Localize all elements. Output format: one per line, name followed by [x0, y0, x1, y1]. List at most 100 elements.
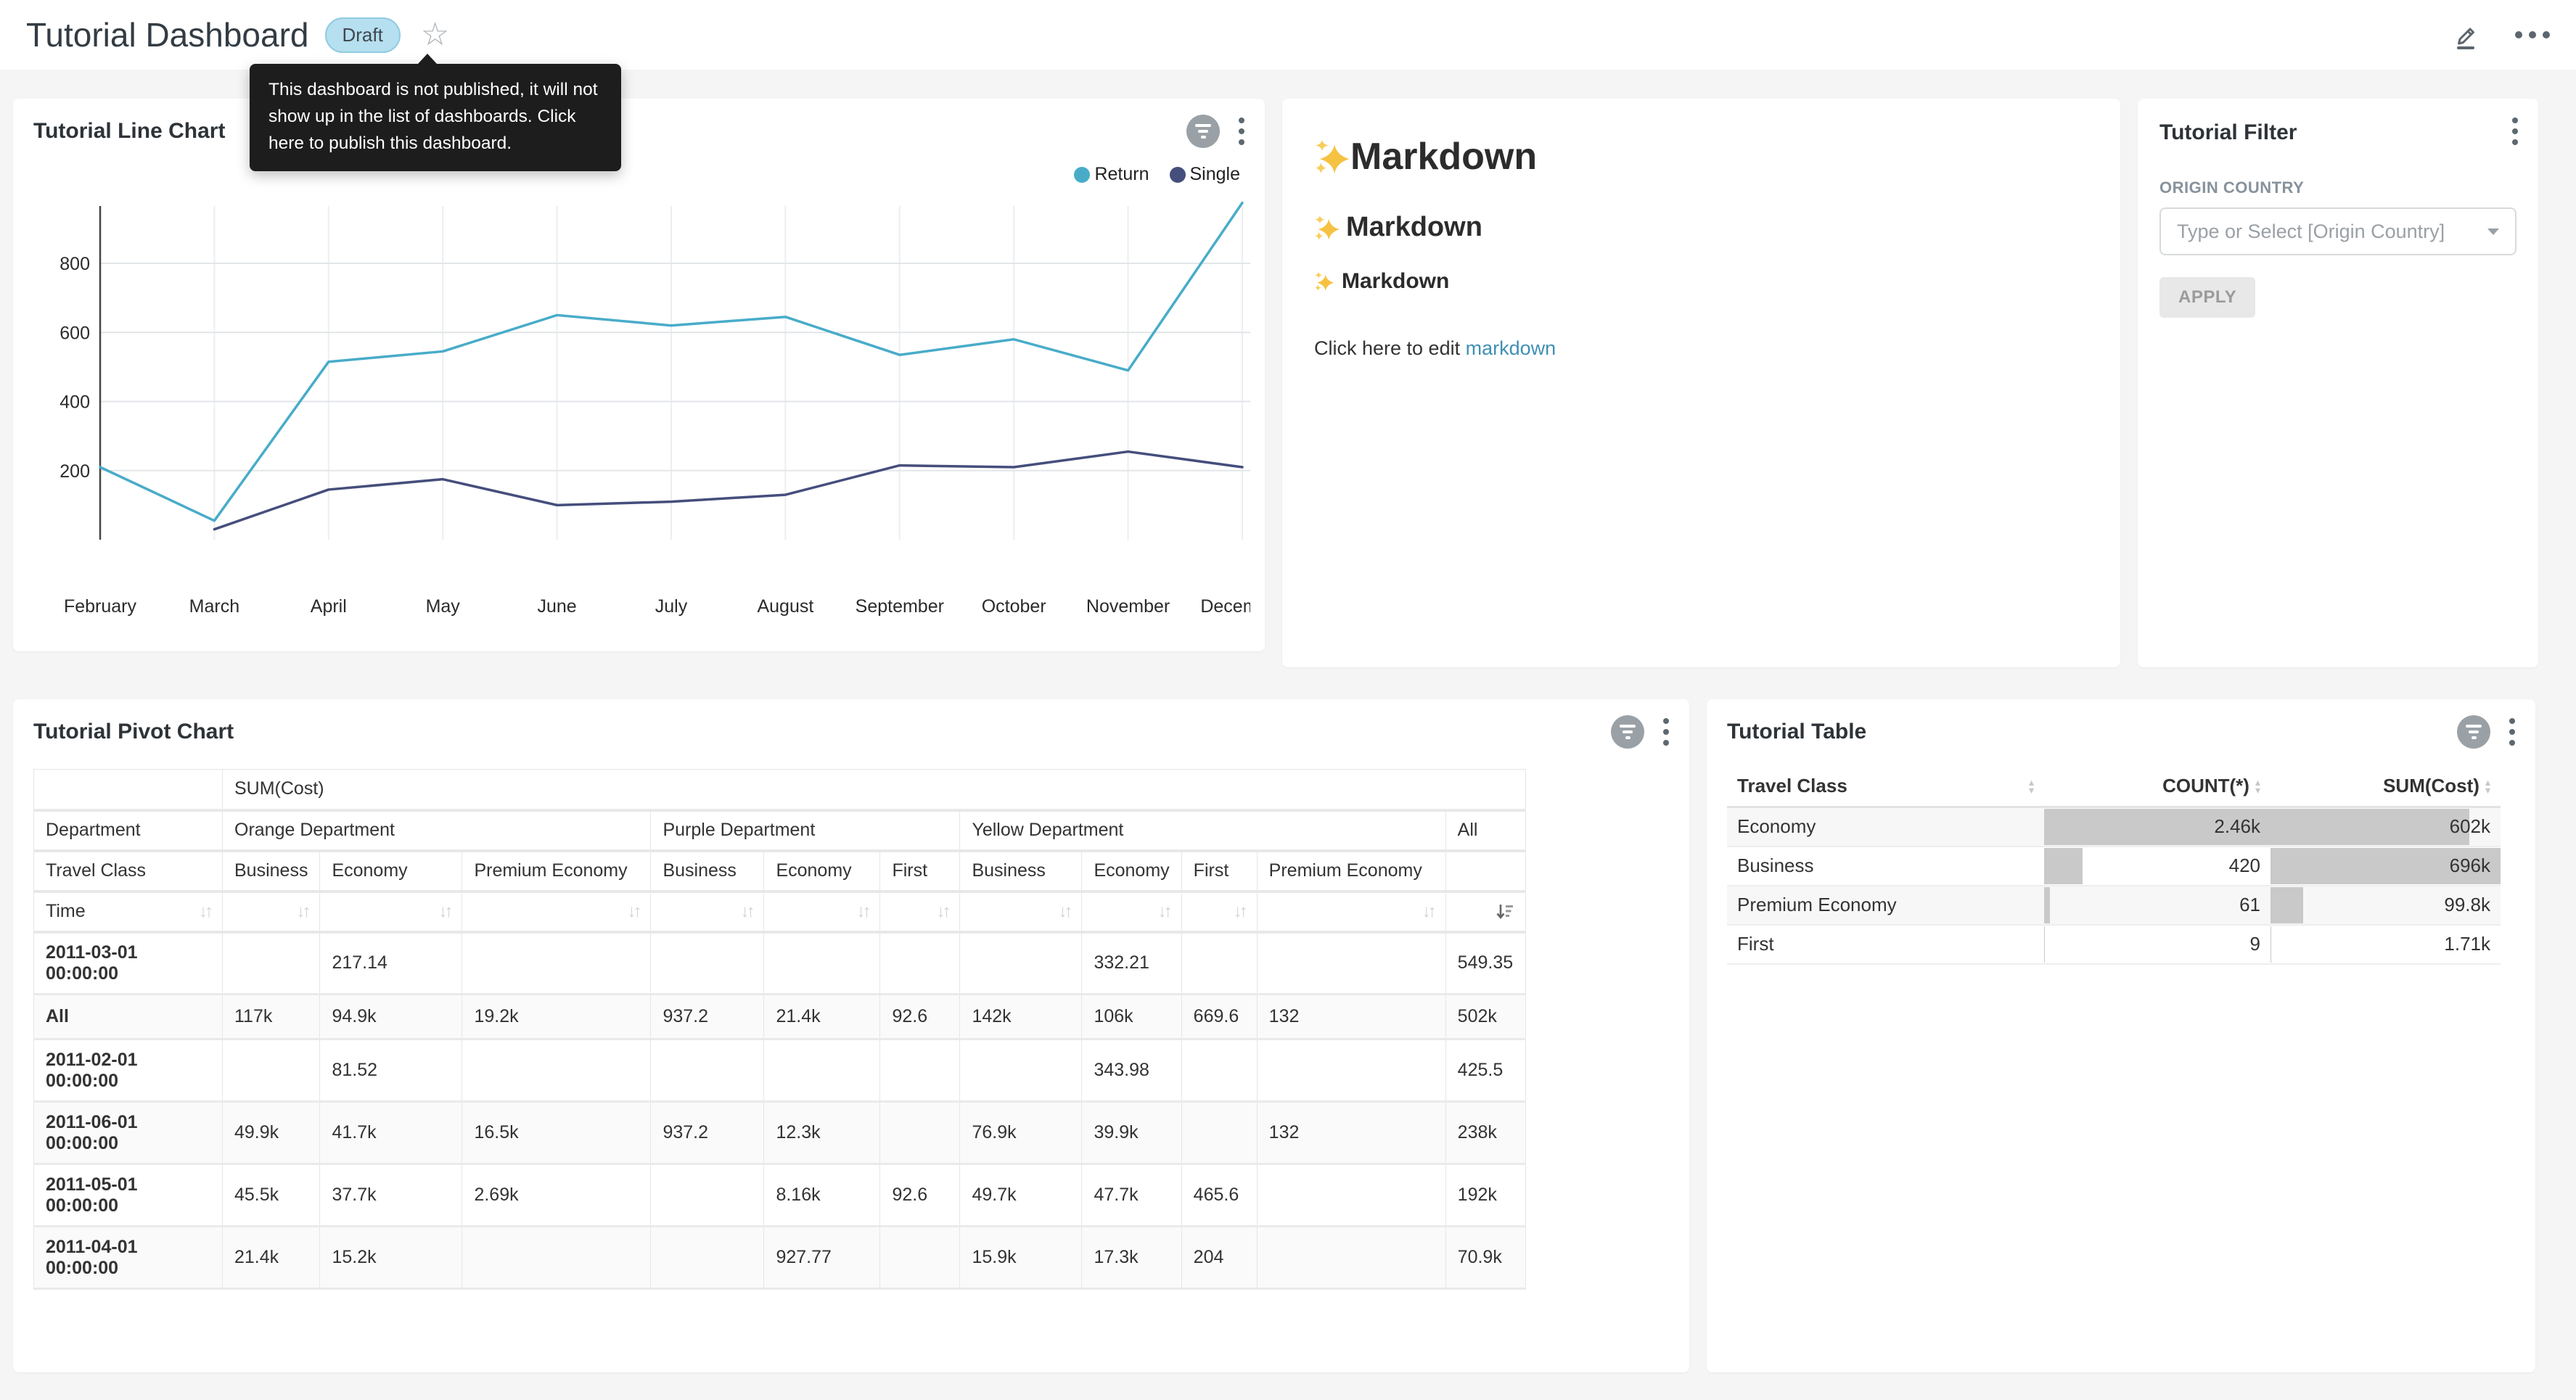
pivot-value-cell — [462, 1039, 651, 1102]
value-bar — [2271, 887, 2303, 923]
pivot-value-cell: 343.98 — [1082, 1039, 1181, 1102]
pivot-value-cell — [880, 932, 960, 995]
chart-kebab-menu-icon[interactable] — [2506, 715, 2518, 749]
pivot-value-cell — [764, 1039, 880, 1102]
pivot-value-cell: 16.5k — [462, 1102, 651, 1164]
pivot-row: 2011-04-01 00:00:0021.4k15.2k927.7715.9k… — [34, 1227, 1526, 1289]
draft-badge[interactable]: Draft — [325, 17, 401, 53]
table-row: First91.71k — [1727, 925, 2501, 964]
sum-cell: 1.71k — [2271, 925, 2501, 964]
header-actions — [2450, 20, 2550, 50]
pivot-value-cell: 217.14 — [320, 932, 462, 995]
filter-kebab-menu-icon[interactable] — [2509, 115, 2521, 148]
pivot-value-cell: 19.2k — [462, 995, 651, 1039]
pivot-value-cell: 927.77 — [764, 1227, 880, 1289]
origin-country-select[interactable]: Type or Select [Origin Country] — [2159, 207, 2516, 255]
pivot-value-cell: 70.9k — [1445, 1227, 1525, 1289]
sort-icon[interactable]: ↓↑ — [1234, 902, 1245, 922]
travel-class-cell: Economy — [1727, 807, 2044, 847]
pivot-row-key: 2011-06-01 00:00:00 — [34, 1102, 223, 1164]
svg-text:December: December — [1200, 596, 1250, 617]
pivot-value-cell: 21.4k — [764, 995, 880, 1039]
dashboard-header: Tutorial Dashboard Draft ☆ — [0, 0, 2576, 70]
count-cell: 9 — [2044, 925, 2271, 964]
dashboard-grid: Tutorial Line Chart ReturnSingle 2004006… — [0, 70, 2576, 1400]
svg-text:200: 200 — [60, 461, 90, 482]
apply-button[interactable]: APPLY — [2159, 277, 2255, 318]
pivot-value-cell — [223, 932, 320, 995]
pivot-value-cell — [651, 1227, 764, 1289]
pivot-value-cell — [651, 1164, 764, 1227]
sort-icon[interactable]: ↓↑ — [199, 902, 210, 922]
edit-dashboard-icon[interactable] — [2450, 20, 2480, 50]
pivot-value-cell: 8.16k — [764, 1164, 880, 1227]
pivot-value-cell: 502k — [1445, 995, 1525, 1039]
sort-icon[interactable]: ↓↑ — [856, 902, 868, 922]
pivot-column-sort[interactable]: ↓↑ — [1181, 892, 1257, 932]
sum-cell: 696k — [2271, 847, 2501, 886]
pivot-value-cell — [462, 1227, 651, 1289]
pivot-value-cell: 937.2 — [651, 1102, 764, 1164]
markdown-h2: Markdown — [1314, 212, 2088, 243]
pivot-column-sort[interactable]: ↓↑ — [764, 892, 880, 932]
pivot-column-sort[interactable]: ↓↑ — [960, 892, 1082, 932]
sort-icon[interactable]: ↓↑ — [1058, 902, 1070, 922]
filter-indicator-icon[interactable] — [2457, 715, 2490, 749]
svg-text:July: July — [655, 596, 688, 617]
pivot-column-sort[interactable]: ↓↑ — [320, 892, 462, 932]
pivot-value-cell: 332.21 — [1082, 932, 1181, 995]
pivot-value-cell — [880, 1227, 960, 1289]
pivot-value-cell: 669.6 — [1181, 995, 1257, 1039]
count-cell: 61 — [2044, 886, 2271, 925]
sort-icon[interactable]: ↓↑ — [296, 902, 308, 922]
pivot-value-cell: 41.7k — [320, 1102, 462, 1164]
filter-indicator-icon[interactable] — [1611, 715, 1644, 749]
pivot-table: SUM(Cost)DepartmentOrange DepartmentPurp… — [33, 769, 1526, 1290]
pivot-value-cell: 39.9k — [1082, 1102, 1181, 1164]
line-chart-plot[interactable]: 200400600800FebruaryMarchAprilMayJuneJul… — [30, 99, 1250, 635]
markdown-edit-link[interactable]: markdown — [1466, 337, 1556, 359]
pivot-column-sort[interactable] — [1445, 892, 1525, 932]
pivot-class-header: First — [1181, 851, 1257, 892]
pivot-column-sort[interactable]: ↓↑ — [223, 892, 320, 932]
sort-descending-icon[interactable] — [1495, 902, 1514, 922]
markdown-card[interactable]: Markdown Markdown Markdown Click here to… — [1282, 99, 2120, 667]
pivot-column-sort[interactable]: ↓↑ — [880, 892, 960, 932]
pivot-value-cell: 12.3k — [764, 1102, 880, 1164]
chart-kebab-menu-icon[interactable] — [1660, 715, 1672, 749]
sort-icon[interactable]: ↓↑ — [1158, 902, 1170, 922]
pivot-value-cell — [1257, 1039, 1445, 1102]
pivot-value-cell: 49.7k — [960, 1164, 1082, 1227]
pivot-value-cell: 425.5 — [1445, 1039, 1525, 1102]
pivot-metric-header: SUM(Cost) — [223, 770, 1526, 810]
column-header-travel-class[interactable]: Travel Class▴▾ — [1727, 766, 2044, 807]
pivot-value-cell — [960, 932, 1082, 995]
pivot-row: 2011-06-01 00:00:0049.9k41.7k16.5k937.21… — [34, 1102, 1526, 1164]
markdown-h3: Markdown — [1314, 269, 2088, 294]
pivot-value-cell: 21.4k — [223, 1227, 320, 1289]
pivot-column-sort[interactable]: ↓↑ — [1082, 892, 1181, 932]
favorite-star-icon[interactable]: ☆ — [421, 19, 449, 51]
pivot-column-sort[interactable]: ↓↑ — [1257, 892, 1445, 932]
sparkles-icon — [1314, 271, 1334, 292]
sort-icon[interactable]: ↓↑ — [627, 902, 639, 922]
more-actions-icon[interactable] — [2515, 31, 2550, 38]
pivot-column-sort[interactable]: ↓↑ — [462, 892, 651, 932]
svg-text:October: October — [982, 596, 1046, 617]
sort-carets-icon: ▴▾ — [2255, 778, 2260, 794]
pivot-time-header[interactable]: Time↓↑ — [34, 892, 223, 932]
sort-icon[interactable]: ↓↑ — [1422, 902, 1434, 922]
pivot-class-header: Economy — [320, 851, 462, 892]
pivot-column-sort[interactable]: ↓↑ — [651, 892, 764, 932]
sort-carets-icon: ▴▾ — [2029, 778, 2034, 794]
sort-icon[interactable]: ↓↑ — [740, 902, 752, 922]
pivot-value-cell: 117k — [223, 995, 320, 1039]
travel-class-cell: Premium Economy — [1727, 886, 2044, 925]
sort-icon[interactable]: ↓↑ — [438, 902, 450, 922]
column-header-count[interactable]: COUNT(*)▴▾ — [2044, 766, 2271, 807]
pivot-row-key: All — [34, 995, 223, 1039]
pivot-department-label: Department — [34, 810, 223, 851]
column-header-sum-cost[interactable]: SUM(Cost)▴▾ — [2271, 766, 2501, 807]
pivot-value-cell: 142k — [960, 995, 1082, 1039]
sort-icon[interactable]: ↓↑ — [936, 902, 948, 922]
